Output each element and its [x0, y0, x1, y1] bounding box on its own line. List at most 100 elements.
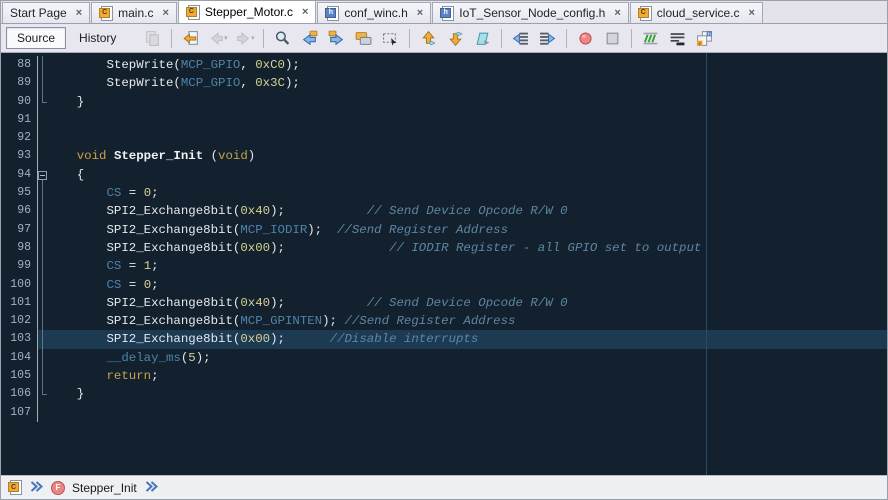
- tab-main-c[interactable]: Cmain.c×: [91, 2, 177, 23]
- tab-cloud-service-c[interactable]: Ccloud_service.c×: [630, 2, 763, 23]
- code-line[interactable]: CS = 0;: [47, 276, 887, 294]
- code-lines: 88 StepWrite(MCP_GPIO, 0xC0); 89 StepWrit…: [1, 53, 887, 422]
- comment-icon[interactable]: [638, 27, 663, 50]
- editor-toolbar: Source History ▾ ▾ hc: [1, 24, 887, 53]
- code-token: ;: [151, 259, 158, 273]
- code-line-row: 101 SPI2_Exchange8bit(0x40); // Send Dev…: [1, 294, 887, 312]
- tab-stepper-motor-c[interactable]: CStepper_Motor.c×: [178, 0, 317, 23]
- line-number[interactable]: 102: [1, 312, 38, 330]
- close-tab-icon[interactable]: ×: [614, 8, 620, 18]
- line-number[interactable]: 103: [1, 330, 38, 348]
- fold-guide: [38, 202, 47, 220]
- close-tab-icon[interactable]: ×: [162, 8, 168, 18]
- shift-left-icon[interactable]: [508, 27, 533, 50]
- stop-macro-recording-icon[interactable]: [600, 27, 625, 50]
- fold-collapse-box-icon[interactable]: [38, 171, 47, 180]
- code-editor[interactable]: 88 StepWrite(MCP_GPIO, 0xC0); 89 StepWrit…: [1, 53, 887, 475]
- code-token: {: [47, 168, 84, 182]
- code-token: );: [270, 332, 330, 346]
- rectangular-selection-icon[interactable]: [378, 27, 403, 50]
- code-line[interactable]: {: [47, 166, 887, 184]
- code-line[interactable]: SPI2_Exchange8bit(0x00); //Disable inter…: [47, 330, 887, 348]
- chevron-right-icon: [144, 480, 159, 496]
- line-number[interactable]: 94: [1, 166, 38, 184]
- toggle-bookmark-icon[interactable]: [470, 27, 495, 50]
- previous-bookmark-icon[interactable]: [416, 27, 441, 50]
- dropdown-caret-icon[interactable]: ▾: [224, 34, 228, 42]
- code-line[interactable]: SPI2_Exchange8bit(MCP_GPINTEN); //Send R…: [47, 312, 887, 330]
- close-tab-icon[interactable]: ×: [302, 7, 308, 17]
- breadcrumb-function-name[interactable]: Stepper_Init: [72, 481, 137, 495]
- code-line[interactable]: }: [47, 93, 887, 111]
- line-number[interactable]: 107: [1, 404, 38, 422]
- line-number[interactable]: 106: [1, 385, 38, 403]
- code-line[interactable]: SPI2_Exchange8bit(0x00); // IODIR Regist…: [47, 239, 887, 257]
- close-tab-icon[interactable]: ×: [76, 8, 82, 18]
- code-token: MCP_GPINTEN: [240, 314, 322, 328]
- code-line[interactable]: [47, 111, 887, 129]
- toolbar-separator: [501, 29, 502, 48]
- fold-toggle-icon[interactable]: [38, 166, 47, 184]
- diff-icon[interactable]: [140, 27, 165, 50]
- shift-right-icon[interactable]: [535, 27, 560, 50]
- code-line[interactable]: [47, 129, 887, 147]
- code-token: //Disable interrupts: [330, 332, 479, 346]
- back-icon[interactable]: ▾: [205, 27, 230, 50]
- line-number[interactable]: 96: [1, 202, 38, 220]
- line-number[interactable]: 90: [1, 93, 38, 111]
- next-bookmark-icon[interactable]: [443, 27, 468, 50]
- code-line-row: 105 return;: [1, 367, 887, 385]
- line-number[interactable]: 89: [1, 74, 38, 92]
- code-token: // IODIR Register - all GPIO set to outp…: [389, 241, 701, 255]
- tab-label: Stepper_Motor.c: [205, 5, 293, 19]
- line-number[interactable]: 93: [1, 147, 38, 165]
- find-next-icon[interactable]: [324, 27, 349, 50]
- line-number[interactable]: 88: [1, 56, 38, 74]
- code-line[interactable]: [47, 404, 887, 422]
- line-number[interactable]: 97: [1, 221, 38, 239]
- find-selection-icon[interactable]: [270, 27, 295, 50]
- source-view-button[interactable]: Source: [6, 27, 66, 49]
- line-number[interactable]: 104: [1, 349, 38, 367]
- code-line[interactable]: StepWrite(MCP_GPIO, 0xC0);: [47, 56, 887, 74]
- code-token: );: [307, 223, 337, 237]
- close-tab-icon[interactable]: ×: [417, 8, 423, 18]
- tab-iot-sensor-node-config-h[interactable]: hIoT_Sensor_Node_config.h×: [432, 2, 629, 23]
- code-line[interactable]: SPI2_Exchange8bit(MCP_IODIR); //Send Reg…: [47, 221, 887, 239]
- code-token: 0x40: [240, 204, 270, 218]
- tab-conf-winc-h[interactable]: hconf_winc.h×: [317, 2, 431, 23]
- history-view-button[interactable]: History: [68, 27, 127, 49]
- line-number[interactable]: 105: [1, 367, 38, 385]
- tab-start-page[interactable]: Start Page×: [2, 2, 90, 23]
- code-line[interactable]: StepWrite(MCP_GPIO, 0x3C);: [47, 74, 887, 92]
- code-token: );: [285, 76, 300, 90]
- find-previous-icon[interactable]: [297, 27, 322, 50]
- code-line[interactable]: return;: [47, 367, 887, 385]
- code-line[interactable]: CS = 1;: [47, 257, 887, 275]
- start-macro-recording-icon[interactable]: [573, 27, 598, 50]
- code-line[interactable]: __delay_ms(5);: [47, 349, 887, 367]
- forward-icon[interactable]: ▾: [232, 27, 257, 50]
- code-line[interactable]: void Stepper_Init (void): [47, 147, 887, 165]
- line-number[interactable]: 95: [1, 184, 38, 202]
- last-edit-icon[interactable]: [178, 27, 203, 50]
- toggle-header-source-icon[interactable]: hc: [692, 27, 717, 50]
- code-token: [47, 259, 107, 273]
- line-number[interactable]: 92: [1, 129, 38, 147]
- code-line[interactable]: SPI2_Exchange8bit(0x40); // Send Device …: [47, 294, 887, 312]
- line-number[interactable]: 100: [1, 276, 38, 294]
- line-number[interactable]: 101: [1, 294, 38, 312]
- code-line[interactable]: }: [47, 385, 887, 403]
- code-token: );: [196, 351, 211, 365]
- close-tab-icon[interactable]: ×: [749, 8, 755, 18]
- line-number[interactable]: 98: [1, 239, 38, 257]
- highlight-search-icon[interactable]: [351, 27, 376, 50]
- dropdown-caret-icon[interactable]: ▾: [251, 34, 255, 42]
- file-type-badge: h: [325, 8, 336, 18]
- code-line[interactable]: SPI2_Exchange8bit(0x40); // Send Device …: [47, 202, 887, 220]
- uncomment-icon[interactable]: [665, 27, 690, 50]
- code-line[interactable]: CS = 0;: [47, 184, 887, 202]
- code-token: 1: [144, 259, 151, 273]
- line-number[interactable]: 91: [1, 111, 38, 129]
- line-number[interactable]: 99: [1, 257, 38, 275]
